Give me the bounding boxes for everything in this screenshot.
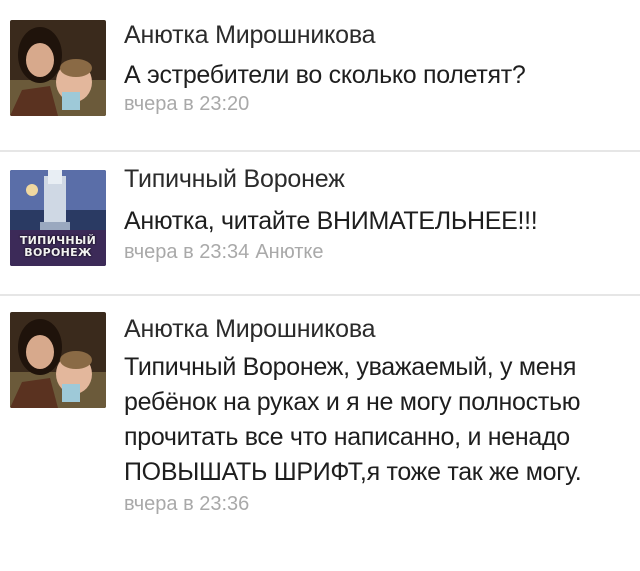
avatar-photo-icon — [10, 20, 106, 116]
avatar[interactable]: ТИПИЧНЫЙ ВОРОНЕЖ — [10, 170, 106, 266]
comment-time[interactable]: вчера в 23:20 — [124, 93, 249, 115]
reply-to-link[interactable]: Анютке — [255, 241, 323, 263]
comment-author[interactable]: Анютка Мирошникова — [124, 20, 636, 50]
comment-text: Типичный Воронеж, уважаемый, у меня ребё… — [124, 353, 582, 486]
comment: Анютка Мирошникова А эстребители во скол… — [0, 0, 640, 150]
comment-meta: вчера в 23:36 — [124, 492, 630, 516]
comment-time[interactable]: вчера в 23:34 — [124, 241, 249, 263]
comment-text: А эстребители во сколько полетят? — [124, 61, 526, 89]
comment-meta: вчера в 23:34 Анютке — [124, 240, 636, 264]
avatar-photo-icon — [10, 312, 106, 408]
comment-meta: вчера в 23:20 — [124, 92, 636, 116]
comment-author[interactable]: Типичный Воронеж — [124, 164, 636, 194]
avatar-label-2: ВОРОНЕЖ — [24, 246, 92, 259]
avatar[interactable] — [10, 312, 106, 408]
comment-time[interactable]: вчера в 23:36 — [124, 493, 249, 515]
comment: Анютка Мирошникова Типичный Воронеж, ува… — [0, 296, 640, 571]
avatar[interactable] — [10, 20, 106, 116]
comment-author[interactable]: Анютка Мирошникова — [124, 314, 630, 344]
avatar-label-1: ТИПИЧНЫЙ — [19, 234, 97, 247]
comment: ТИПИЧНЫЙ ВОРОНЕЖ Типичный Воронеж Анютка… — [0, 152, 640, 294]
comment-text: Анютка, читайте ВНИМАТЕЛЬНЕЕ!!! — [124, 207, 538, 235]
